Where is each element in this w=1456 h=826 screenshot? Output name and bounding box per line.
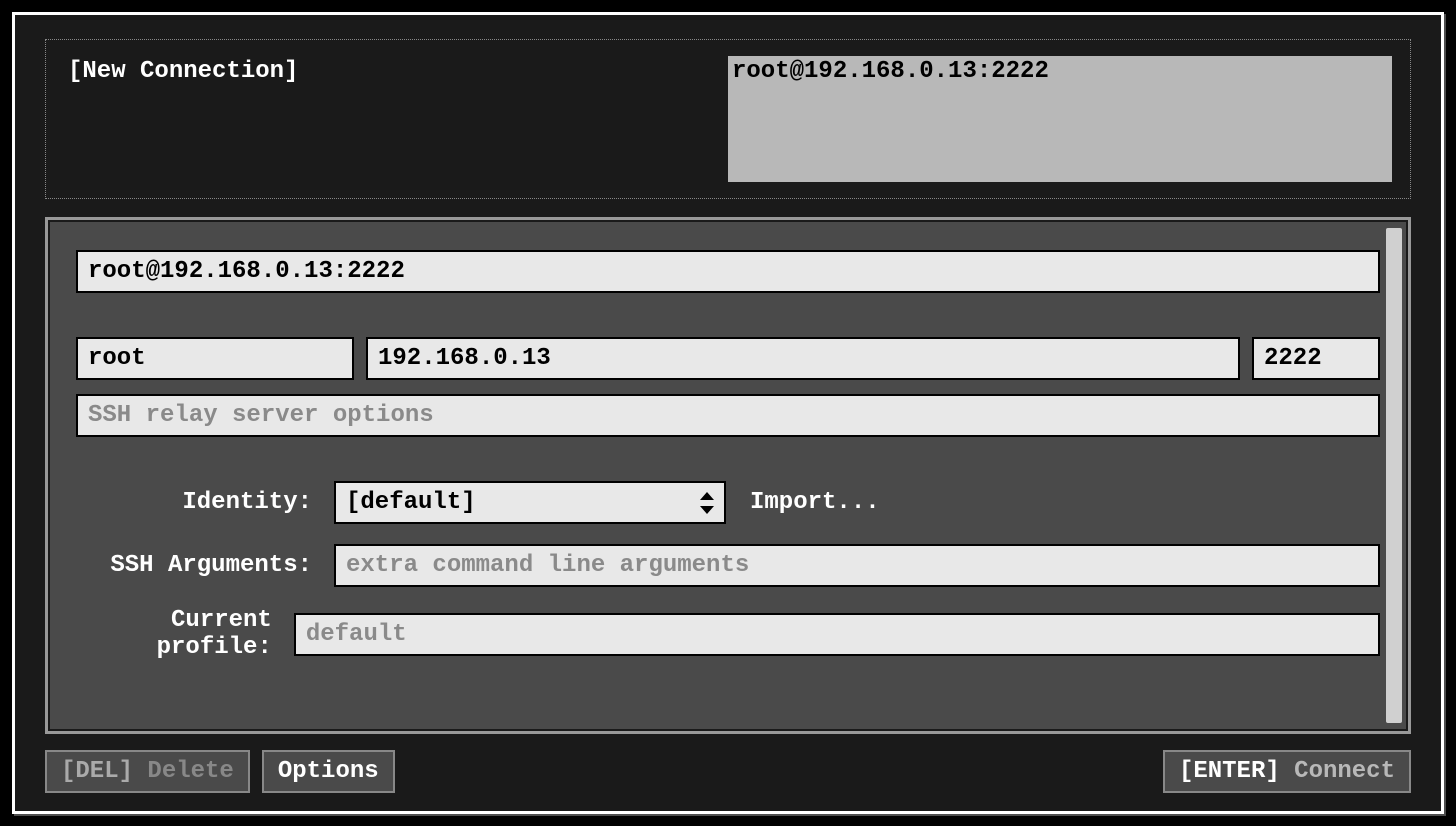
identity-select[interactable]: [default] bbox=[334, 481, 726, 524]
bottom-bar: [DEL] Delete Options [ENTER] Connect bbox=[45, 750, 1411, 793]
identity-select-value: [default] bbox=[346, 489, 476, 516]
ssh-arguments-label: SSH Arguments: bbox=[76, 552, 334, 579]
scrollbar[interactable] bbox=[1386, 228, 1402, 723]
form-panel: Identity: [default] Import... SSH Argume… bbox=[50, 222, 1406, 729]
username-input[interactable] bbox=[76, 337, 354, 380]
port-input[interactable] bbox=[1252, 337, 1380, 380]
current-profile-input[interactable] bbox=[294, 613, 1380, 656]
new-connection-item[interactable]: [New Connection] bbox=[64, 56, 728, 182]
delete-key-hint: [DEL] bbox=[61, 758, 133, 785]
right-button-group: [ENTER] Connect bbox=[1163, 750, 1411, 793]
left-button-group: [DEL] Delete Options bbox=[45, 750, 395, 793]
connections-list: [New Connection] root@192.168.0.13:2222 bbox=[45, 39, 1411, 199]
chevron-updown-icon bbox=[700, 492, 714, 514]
main-container: [New Connection] root@192.168.0.13:2222 bbox=[15, 15, 1441, 811]
identity-label: Identity: bbox=[76, 489, 334, 516]
relay-options-input[interactable] bbox=[76, 394, 1380, 437]
host-input[interactable] bbox=[366, 337, 1240, 380]
options-button[interactable]: Options bbox=[262, 750, 395, 793]
import-link[interactable]: Import... bbox=[750, 489, 880, 516]
saved-connection-item[interactable]: root@192.168.0.13:2222 bbox=[728, 56, 1392, 182]
connect-button-label: Connect bbox=[1294, 758, 1395, 785]
connect-key-hint: [ENTER] bbox=[1179, 758, 1280, 785]
connection-string-input[interactable] bbox=[76, 250, 1380, 293]
outer-frame: [New Connection] root@192.168.0.13:2222 bbox=[12, 12, 1444, 814]
form-panel-outer: Identity: [default] Import... SSH Argume… bbox=[45, 217, 1411, 734]
delete-button-label: Delete bbox=[147, 758, 233, 785]
ssh-arguments-input[interactable] bbox=[334, 544, 1380, 587]
options-button-label: Options bbox=[278, 758, 379, 785]
delete-button[interactable]: [DEL] Delete bbox=[45, 750, 250, 793]
connect-button[interactable]: [ENTER] Connect bbox=[1163, 750, 1411, 793]
current-profile-label: Current profile: bbox=[76, 607, 294, 661]
